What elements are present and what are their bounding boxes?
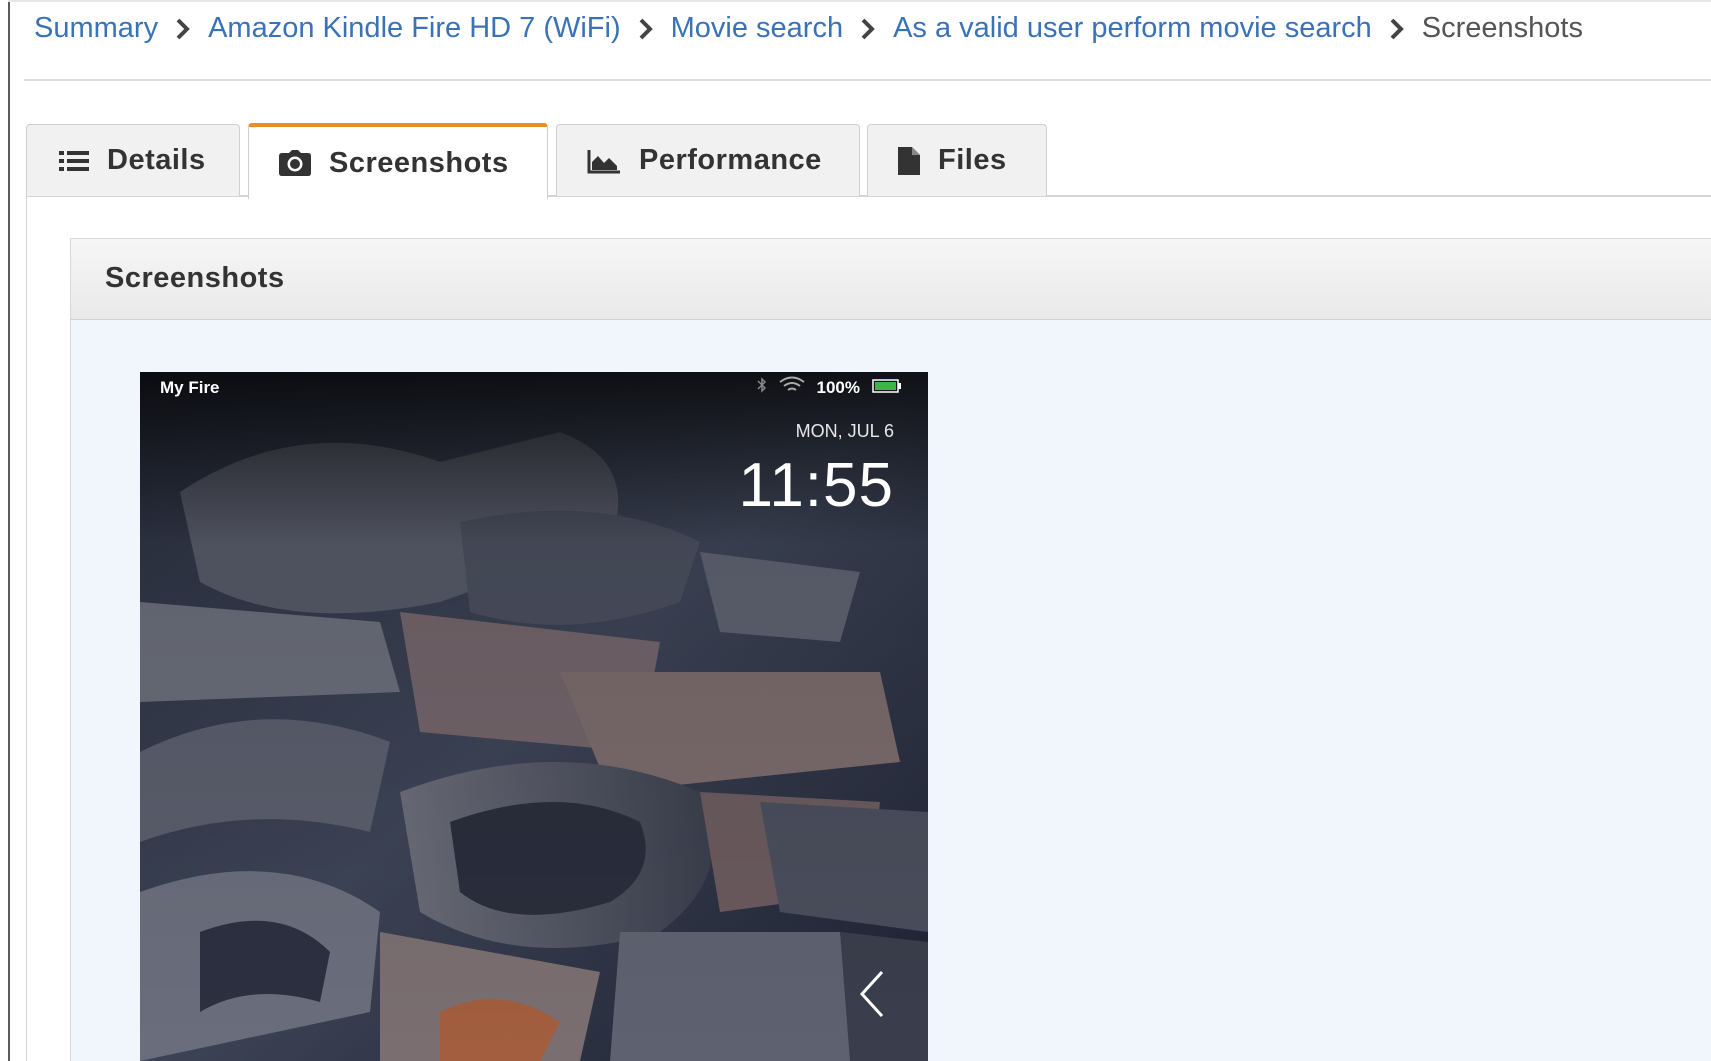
area-chart-icon (587, 148, 621, 174)
breadcrumb: Summary Amazon Kindle Fire HD 7 (WiFi) M… (34, 6, 1583, 50)
breadcrumb-divider (24, 79, 1711, 81)
file-icon (898, 146, 920, 175)
chevron-right-icon (1372, 12, 1422, 45)
device-name: My Fire (160, 378, 220, 397)
battery-percent: 100% (816, 377, 860, 397)
tab-screenshots-label: Screenshots (329, 146, 509, 179)
tab-files[interactable]: Files (867, 124, 1047, 196)
wifi-icon (778, 376, 805, 399)
breadcrumb-scenario-link[interactable]: As a valid user perform movie search (893, 12, 1372, 45)
breadcrumb-feature-link[interactable]: Movie search (671, 12, 843, 45)
window-top-border (8, 0, 1711, 2)
lockscreen-time: 11:55 (738, 451, 894, 520)
chevron-right-icon (158, 12, 208, 45)
device-screenshot[interactable]: My Fire 100% MON, JUL 6 11:55 (140, 372, 928, 1061)
window-border (8, 0, 10, 1061)
chevron-left-icon[interactable] (858, 970, 886, 1023)
bluetooth-icon (756, 377, 767, 398)
breadcrumb-summary-link[interactable]: Summary (34, 12, 158, 45)
list-icon (59, 150, 89, 172)
tab-screenshots[interactable]: Screenshots (248, 123, 548, 199)
tab-content-border (26, 195, 27, 1061)
battery-icon (872, 378, 902, 398)
panel-title: Screenshots (105, 262, 285, 294)
camera-icon (279, 150, 311, 176)
breadcrumb-current: Screenshots (1421, 11, 1583, 44)
tab-details-label: Details (107, 144, 206, 176)
tab-details[interactable]: Details (26, 124, 240, 196)
status-bar: 100% (751, 376, 908, 399)
lockscreen-date: MON, JUL 6 (795, 421, 894, 441)
chevron-right-icon (621, 12, 671, 45)
tab-performance[interactable]: Performance (556, 124, 860, 196)
chevron-right-icon (843, 12, 893, 45)
panel-header: Screenshots (71, 238, 1711, 320)
breadcrumb-device-link[interactable]: Amazon Kindle Fire HD 7 (WiFi) (208, 12, 621, 45)
tab-performance-label: Performance (639, 144, 822, 176)
tab-files-label: Files (938, 144, 1007, 176)
